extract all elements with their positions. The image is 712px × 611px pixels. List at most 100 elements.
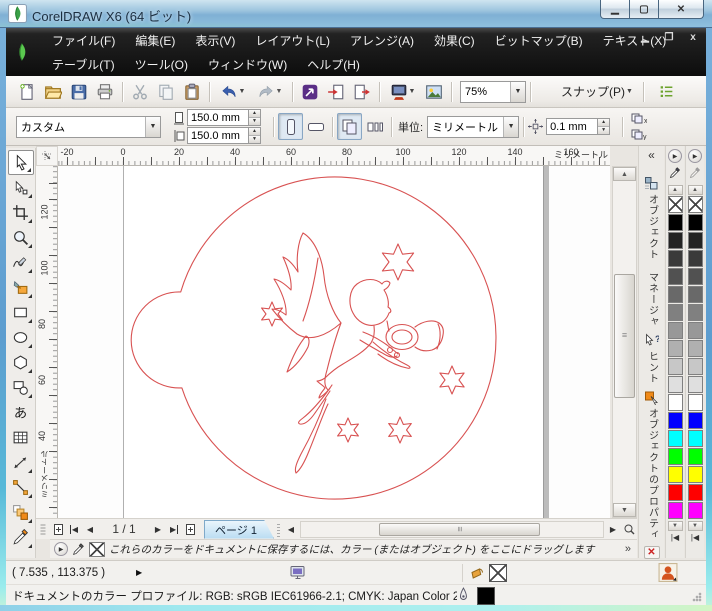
scroll-up-arrow[interactable]: ▲ bbox=[613, 167, 636, 181]
snap-dropdown-button[interactable]: スナップ(P) ▼ bbox=[555, 80, 639, 103]
new-document-button[interactable] bbox=[14, 79, 40, 105]
maximize-button[interactable]: ▢ bbox=[630, 0, 659, 19]
previous-page-button[interactable]: ◀ bbox=[82, 521, 98, 538]
docker-tab-object-manager[interactable]: オブジェクト マネージャ bbox=[647, 194, 657, 327]
scroll-right-arrow[interactable]: ▶ bbox=[605, 521, 621, 538]
status-flyout-arrow[interactable]: ▶ bbox=[136, 568, 142, 577]
landscape-button[interactable] bbox=[303, 113, 328, 140]
color-swatch[interactable] bbox=[688, 466, 703, 483]
pick-tool[interactable] bbox=[8, 150, 34, 175]
last-page-button[interactable]: ◀ bbox=[166, 521, 182, 538]
horizontal-scroll-thumb[interactable] bbox=[379, 523, 539, 536]
palette-scroll-down[interactable]: ▼ bbox=[668, 521, 683, 531]
color-swatch[interactable] bbox=[688, 376, 703, 393]
crop-tool[interactable] bbox=[8, 200, 34, 225]
paste-button[interactable] bbox=[179, 79, 205, 105]
monitor-icon[interactable] bbox=[290, 566, 306, 580]
page-width-spinner[interactable]: ▲▼ bbox=[249, 109, 261, 126]
text-tool[interactable]: あ bbox=[8, 400, 34, 425]
zoom-level-combo[interactable]: 75% ▼ bbox=[460, 81, 526, 103]
color-swatch[interactable] bbox=[688, 214, 703, 231]
menu-item-row1-1[interactable]: 編集(E) bbox=[125, 29, 185, 52]
shape-tool[interactable] bbox=[8, 175, 34, 200]
zoom-tool[interactable] bbox=[8, 225, 34, 250]
color-swatch[interactable] bbox=[668, 286, 683, 303]
color-swatch[interactable] bbox=[688, 322, 703, 339]
scroll-down-arrow[interactable]: ▼ bbox=[613, 503, 636, 517]
object-manager-icon[interactable] bbox=[643, 174, 661, 192]
color-swatch[interactable] bbox=[668, 340, 683, 357]
menu-item-row1-0[interactable]: ファイル(F) bbox=[42, 29, 125, 52]
color-swatch[interactable] bbox=[668, 502, 683, 519]
minimize-button[interactable]: ▁ bbox=[600, 0, 630, 19]
chevron-down-icon[interactable]: ▼ bbox=[503, 117, 518, 137]
chevron-down-icon[interactable]: ▼ bbox=[239, 88, 246, 95]
object-properties-icon[interactable] bbox=[643, 388, 661, 406]
nudge-spinner[interactable]: ▲▼ bbox=[598, 118, 610, 135]
search-content-button[interactable] bbox=[297, 79, 323, 105]
color-swatch[interactable] bbox=[668, 322, 683, 339]
star-outline[interactable] bbox=[262, 302, 283, 326]
close-button[interactable]: ✕ bbox=[659, 0, 704, 19]
color-swatch[interactable] bbox=[688, 502, 703, 519]
polygon-tool[interactable] bbox=[8, 350, 34, 375]
print-button[interactable] bbox=[92, 79, 118, 105]
color-swatch[interactable] bbox=[688, 448, 703, 465]
drawing-canvas[interactable] bbox=[58, 166, 610, 518]
color-swatch[interactable] bbox=[668, 250, 683, 267]
import-button[interactable] bbox=[323, 79, 349, 105]
docker-tab-object-properties[interactable]: オブジェクトのプロパティ bbox=[647, 408, 657, 540]
color-swatch[interactable] bbox=[688, 304, 703, 321]
ruler-origin-button[interactable] bbox=[36, 146, 58, 166]
color-swatch[interactable] bbox=[668, 232, 683, 249]
color-swatch[interactable] bbox=[668, 430, 683, 447]
color-swatch[interactable] bbox=[688, 412, 703, 429]
vertical-scroll-thumb[interactable] bbox=[614, 274, 635, 398]
resize-grip[interactable] bbox=[692, 592, 702, 602]
doc-minimize-button[interactable]: ▁ bbox=[638, 32, 652, 43]
color-swatch[interactable] bbox=[668, 304, 683, 321]
menu-item-row1-3[interactable]: レイアウト(L) bbox=[245, 29, 340, 52]
page-preset-combo[interactable]: カスタム ▼ bbox=[16, 116, 161, 138]
page-width-field[interactable]: 150.0 mm bbox=[187, 109, 249, 126]
color-swatch[interactable] bbox=[668, 394, 683, 411]
menu-item-row2-3[interactable]: ヘルプ(H) bbox=[297, 53, 370, 76]
ellipse-tool[interactable] bbox=[8, 325, 34, 350]
color-swatch[interactable] bbox=[688, 286, 703, 303]
docker-tab-hints[interactable]: ヒント bbox=[647, 351, 657, 384]
freehand-tool[interactable] bbox=[8, 250, 34, 275]
close-docker-button[interactable]: ✕ bbox=[644, 546, 660, 559]
menu-item-row2-1[interactable]: ツール(O) bbox=[125, 53, 198, 76]
menu-item-row1-5[interactable]: 効果(C) bbox=[424, 29, 485, 52]
first-page-button[interactable]: ◀ bbox=[66, 521, 82, 538]
doc-restore-button[interactable]: ❐ bbox=[662, 32, 676, 43]
units-combo[interactable]: ミリメートル ▼ bbox=[427, 116, 519, 138]
color-swatch[interactable] bbox=[668, 268, 683, 285]
palette-scroll-up[interactable]: ▲ bbox=[688, 185, 703, 195]
color-swatch[interactable] bbox=[688, 268, 703, 285]
straight-line-connector-tool[interactable] bbox=[8, 475, 34, 500]
palette-scroll-first[interactable]: |◀ bbox=[688, 531, 703, 544]
scroll-left-arrow[interactable]: ◀ bbox=[283, 521, 299, 538]
splitter-handle[interactable] bbox=[277, 522, 280, 537]
color-swatch[interactable] bbox=[688, 340, 703, 357]
parallel-dimension-tool[interactable] bbox=[8, 450, 34, 475]
save-button[interactable] bbox=[66, 79, 92, 105]
blend-tool[interactable] bbox=[8, 500, 34, 525]
undo-button[interactable]: ▼ bbox=[214, 79, 251, 105]
add-page-end-button[interactable] bbox=[182, 521, 198, 538]
color-swatch[interactable] bbox=[688, 232, 703, 249]
no-color-swatch[interactable] bbox=[668, 196, 683, 213]
eyedropper-icon[interactable] bbox=[669, 166, 681, 184]
welcome-screen-button[interactable] bbox=[421, 79, 447, 105]
palette-scroll-down[interactable]: ▼ bbox=[688, 521, 703, 531]
coreldraw-logo-icon[interactable] bbox=[9, 31, 35, 73]
palette-scroll-up[interactable]: ▲ bbox=[668, 185, 683, 195]
chevron-down-icon[interactable]: ▼ bbox=[510, 82, 525, 102]
table-tool[interactable] bbox=[8, 425, 34, 450]
star-outline[interactable] bbox=[338, 418, 359, 442]
color-swatch[interactable] bbox=[688, 250, 703, 267]
user-account-icon[interactable] bbox=[658, 563, 678, 582]
application-launcher-button[interactable]: ▼ bbox=[384, 79, 421, 105]
star-outline[interactable] bbox=[382, 244, 413, 280]
